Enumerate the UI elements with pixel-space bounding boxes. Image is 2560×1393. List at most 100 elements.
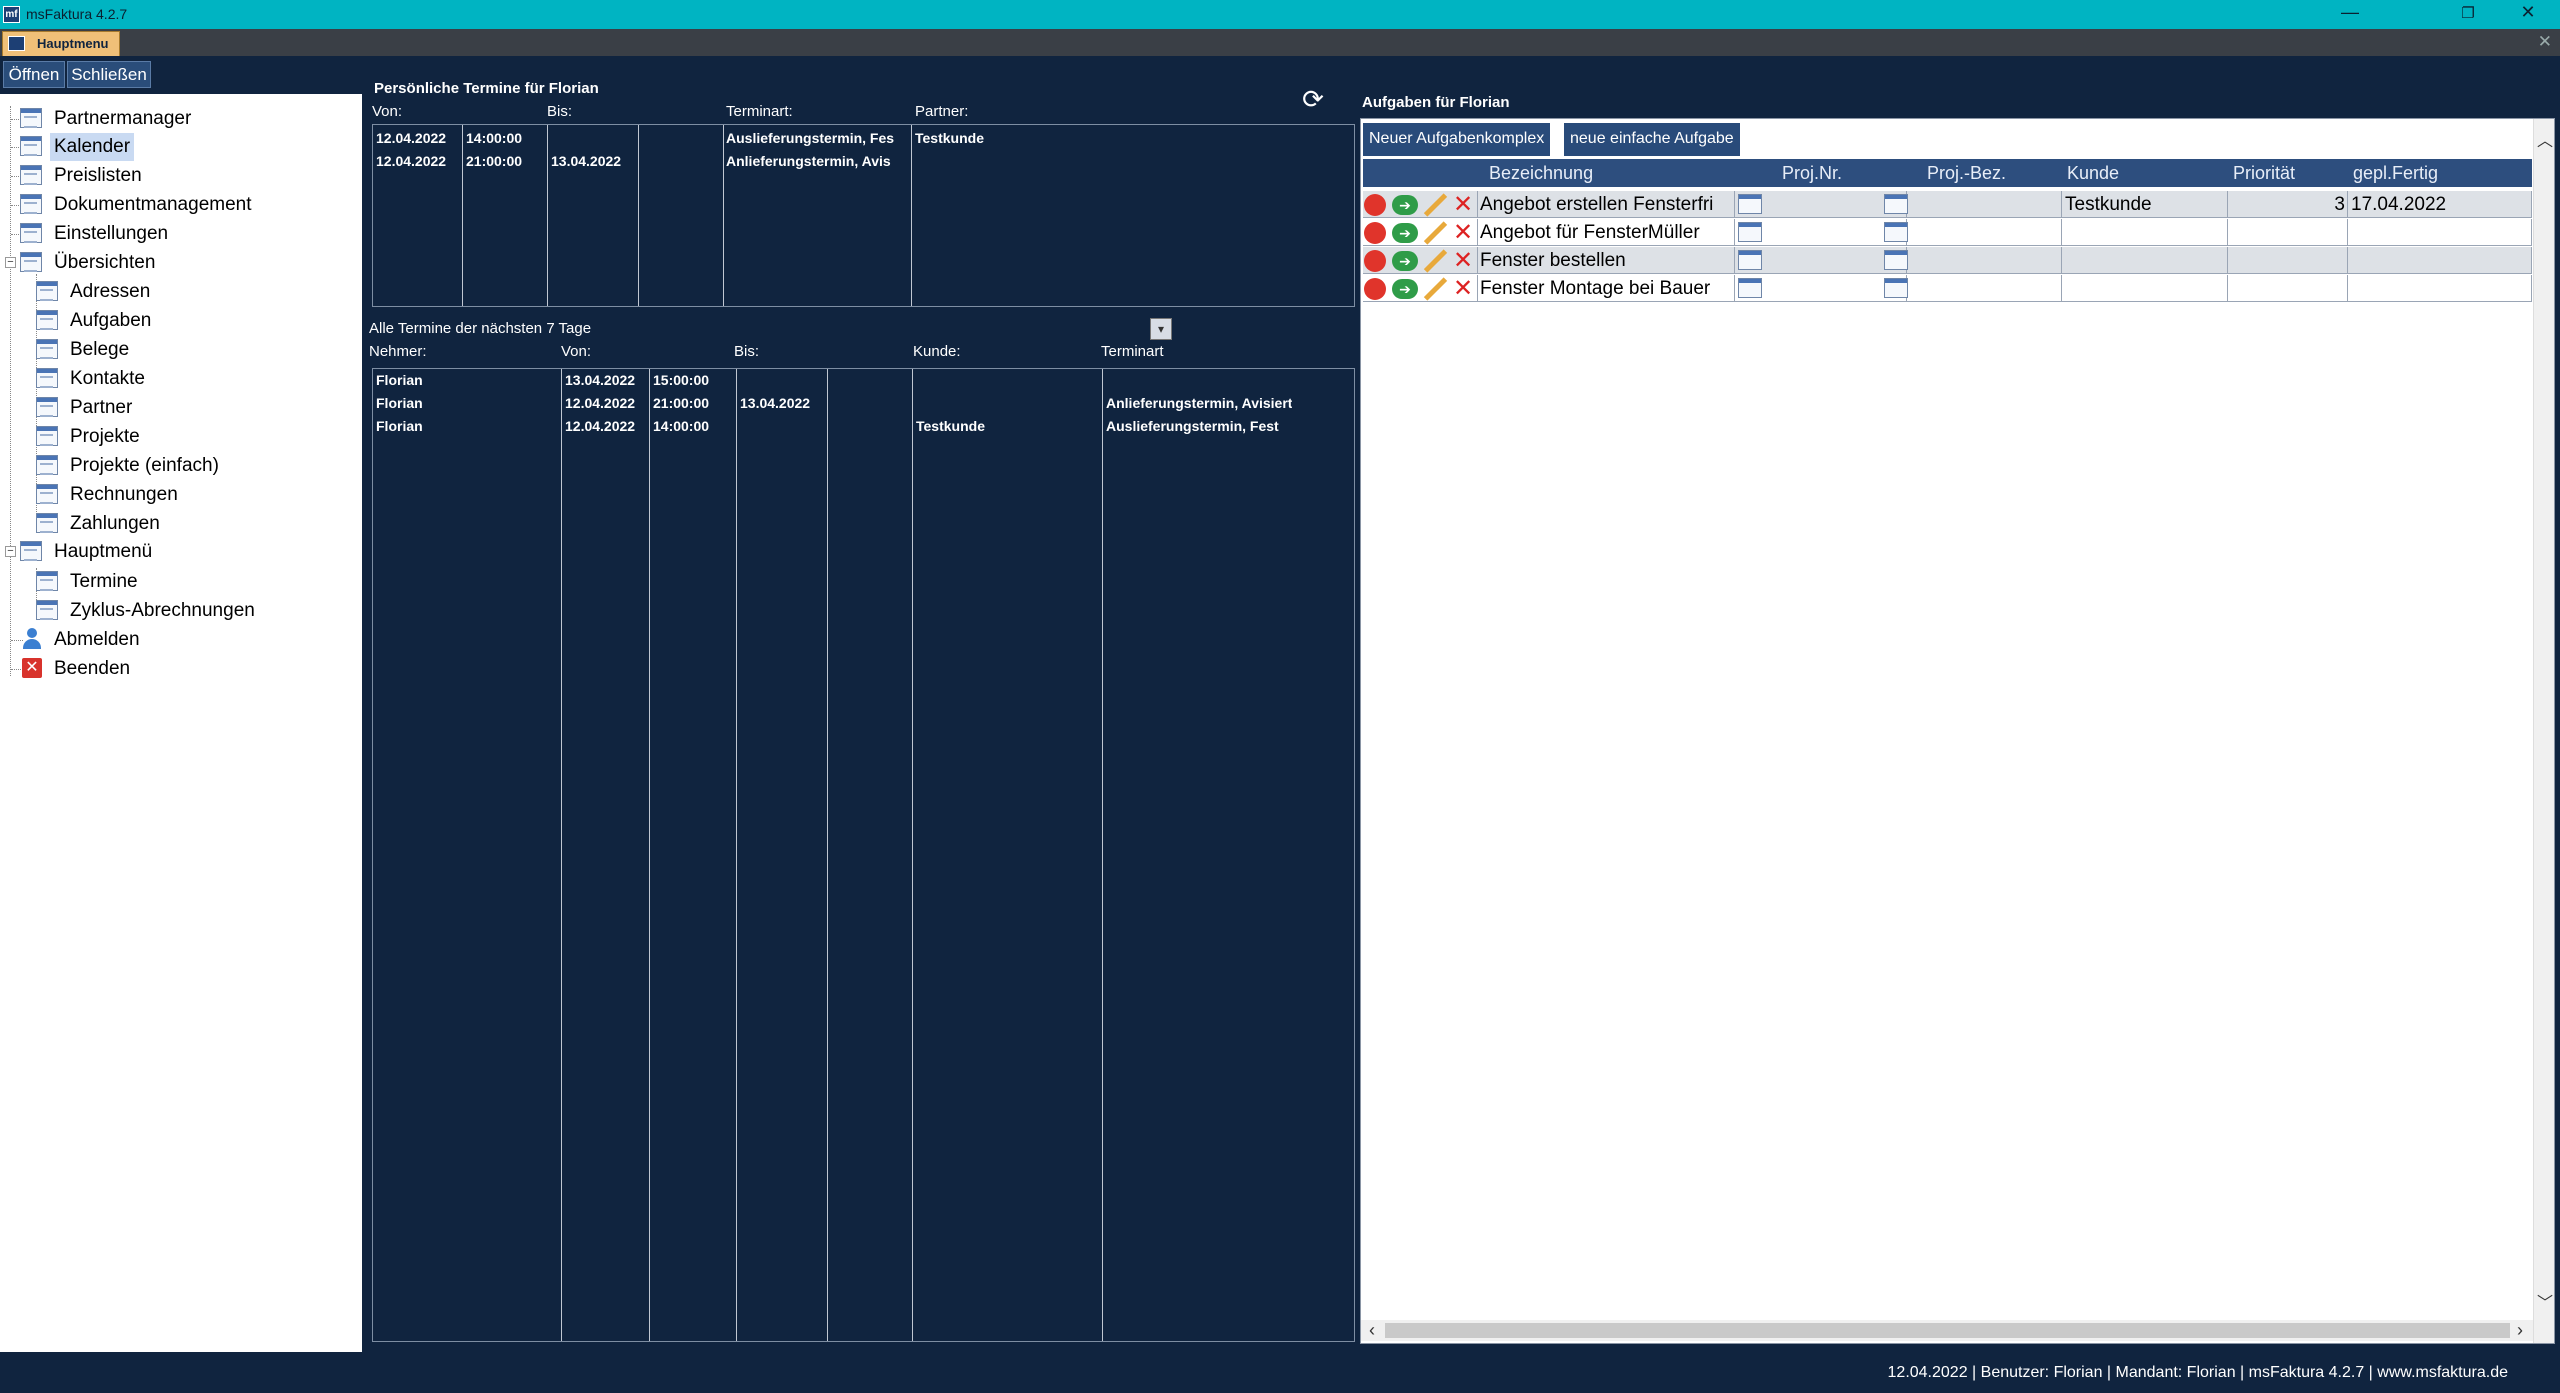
open-button[interactable]: Öffnen (3, 61, 65, 88)
close-window-icon[interactable]: ✕ (2508, 2, 2548, 23)
task-geplfertig[interactable] (2348, 247, 2532, 274)
task-row[interactable]: ➔ ✕ Angebot für FensterMüller (1363, 219, 2532, 246)
edit-icon[interactable] (1421, 277, 1447, 301)
appt-date[interactable]: 12.04.2022 (376, 130, 446, 146)
status-icon[interactable] (1364, 222, 1386, 244)
status-icon[interactable] (1364, 278, 1386, 300)
appt-partner[interactable]: Testkunde (915, 130, 984, 146)
task-bezeichnung[interactable]: Fenster Montage bei Bauer (1477, 275, 1735, 302)
open-arrow-icon[interactable]: ➔ (1392, 251, 1418, 271)
task-prioritaet[interactable] (2228, 275, 2348, 302)
project-details-icon[interactable] (1884, 222, 1908, 242)
task-kunde[interactable]: Testkunde (2062, 191, 2228, 218)
week-appt-date[interactable]: 12.04.2022 (565, 395, 635, 411)
header-projnr[interactable]: Proj.Nr. (1782, 159, 1862, 187)
delete-icon[interactable]: ✕ (1451, 276, 1475, 302)
project-icon[interactable] (1738, 222, 1762, 242)
horizontal-scrollbar[interactable]: ‹ › (1361, 1320, 2533, 1341)
task-prioritaet[interactable] (2228, 219, 2348, 246)
header-geplfertig[interactable]: gepl.Fertig (2353, 159, 2463, 187)
task-projbez[interactable] (1907, 191, 2062, 218)
close-button[interactable]: Schließen (67, 61, 151, 88)
delete-icon[interactable]: ✕ (1451, 248, 1475, 274)
appt-terminart[interactable]: Anlieferungstermin, Avis (726, 153, 910, 169)
project-icon[interactable] (1738, 250, 1762, 270)
vertical-scrollbar[interactable]: ︿ ﹀ (2533, 119, 2554, 1343)
task-row[interactable]: ➔ ✕ Fenster Montage bei Bauer (1363, 275, 2532, 302)
refresh-icon[interactable]: ⟳ (1298, 84, 1328, 114)
project-icon[interactable] (1738, 278, 1762, 298)
open-arrow-icon[interactable]: ➔ (1392, 195, 1418, 215)
task-kunde[interactable] (2062, 275, 2228, 302)
appt-date[interactable]: 12.04.2022 (376, 153, 446, 169)
task-geplfertig[interactable]: 17.04.2022 (2348, 191, 2532, 218)
chevron-up-icon[interactable]: ︿ (2537, 127, 2553, 151)
chevron-down-icon[interactable]: ▾ (1150, 318, 1172, 340)
week-appt-terminart[interactable]: Anlieferungstermin, Avisiert (1106, 395, 1292, 411)
project-details-icon[interactable] (1884, 194, 1908, 214)
edit-icon[interactable] (1421, 193, 1447, 217)
title-bar: mf msFaktura 4.2.7 — ❐ ✕ (0, 0, 2560, 29)
task-bezeichnung[interactable]: Fenster bestellen (1477, 247, 1735, 274)
project-icon[interactable] (1738, 194, 1762, 214)
header-projbez[interactable]: Proj.-Bez. (1927, 159, 2027, 187)
week-appt-terminart[interactable]: Auslieferungstermin, Fest (1106, 418, 1279, 434)
week-appt-time[interactable]: 14:00:00 (653, 418, 709, 434)
task-geplfertig[interactable] (2348, 219, 2532, 246)
status-icon[interactable] (1364, 250, 1386, 272)
task-kunde[interactable] (2062, 219, 2228, 246)
task-projbez[interactable] (1907, 247, 2062, 274)
task-prioritaet[interactable]: 3 (2228, 191, 2348, 218)
week-appt-time[interactable]: 21:00:00 (653, 395, 709, 411)
edit-icon[interactable] (1421, 249, 1447, 273)
task-bezeichnung[interactable]: Angebot erstellen Fensterfri (1477, 191, 1735, 218)
open-arrow-icon[interactable]: ➔ (1392, 279, 1418, 299)
minimize-icon[interactable]: — (2330, 2, 2370, 23)
appt-bis[interactable]: 13.04.2022 (551, 153, 621, 169)
delete-icon[interactable]: ✕ (1451, 220, 1475, 246)
task-projbez[interactable] (1907, 275, 2062, 302)
header-prioritaet[interactable]: Priorität (2233, 159, 2333, 187)
week-appt-bis[interactable]: 13.04.2022 (740, 395, 810, 411)
week-appt-date[interactable]: 12.04.2022 (565, 418, 635, 434)
appt-time[interactable]: 21:00:00 (466, 153, 522, 169)
appt-time[interactable]: 14:00:00 (466, 130, 522, 146)
task-row[interactable]: ➔ ✕ Fenster bestellen (1363, 247, 2532, 274)
collapse-icon[interactable]: − (5, 546, 16, 557)
week-appt-time[interactable]: 15:00:00 (653, 372, 709, 388)
chevron-down-icon[interactable]: ﹀ (2537, 1289, 2553, 1313)
delete-icon[interactable]: ✕ (1451, 192, 1475, 218)
chevron-left-icon[interactable]: ‹ (1369, 1320, 1375, 1341)
chevron-right-icon[interactable]: › (2517, 1320, 2523, 1341)
close-tab-icon[interactable]: ✕ (2538, 32, 2552, 52)
scroll-thumb[interactable] (1385, 1323, 2510, 1338)
week-appt-kunde[interactable]: Testkunde (916, 418, 985, 434)
appt-terminart[interactable]: Auslieferungstermin, Fes (726, 130, 910, 146)
task-projbez[interactable] (1907, 219, 2062, 246)
week-appt-nehmer[interactable]: Florian (376, 372, 423, 388)
tab-hauptmenu[interactable]: Hauptmenu (2, 31, 120, 56)
week-appt-nehmer[interactable]: Florian (376, 395, 423, 411)
new-simple-task-button[interactable]: neue einfache Aufgabe (1564, 123, 1741, 156)
week-appt-nehmer[interactable]: Florian (376, 418, 423, 434)
restore-icon[interactable]: ❐ (2448, 4, 2488, 22)
window-icon (36, 455, 58, 475)
collapse-icon[interactable]: − (5, 257, 16, 268)
week-appt-date[interactable]: 13.04.2022 (565, 372, 635, 388)
header-bezeichnung[interactable]: Bezeichnung (1489, 159, 1689, 187)
window-icon (20, 165, 42, 185)
header-kunde[interactable]: Kunde (2067, 159, 2167, 187)
open-arrow-icon[interactable]: ➔ (1392, 223, 1418, 243)
task-kunde[interactable] (2062, 247, 2228, 274)
project-details-icon[interactable] (1884, 250, 1908, 270)
exit-icon: ✕ (22, 658, 42, 678)
edit-icon[interactable] (1421, 221, 1447, 245)
status-icon[interactable] (1364, 194, 1386, 216)
window-icon (36, 397, 58, 417)
project-details-icon[interactable] (1884, 278, 1908, 298)
task-bezeichnung[interactable]: Angebot für FensterMüller (1477, 219, 1735, 246)
new-task-complex-button[interactable]: Neuer Aufgabenkomplex (1363, 123, 1552, 156)
task-row[interactable]: ➔ ✕ Angebot erstellen Fensterfri 2 Testk… (1363, 191, 2532, 218)
task-geplfertig[interactable] (2348, 275, 2532, 302)
task-prioritaet[interactable] (2228, 247, 2348, 274)
